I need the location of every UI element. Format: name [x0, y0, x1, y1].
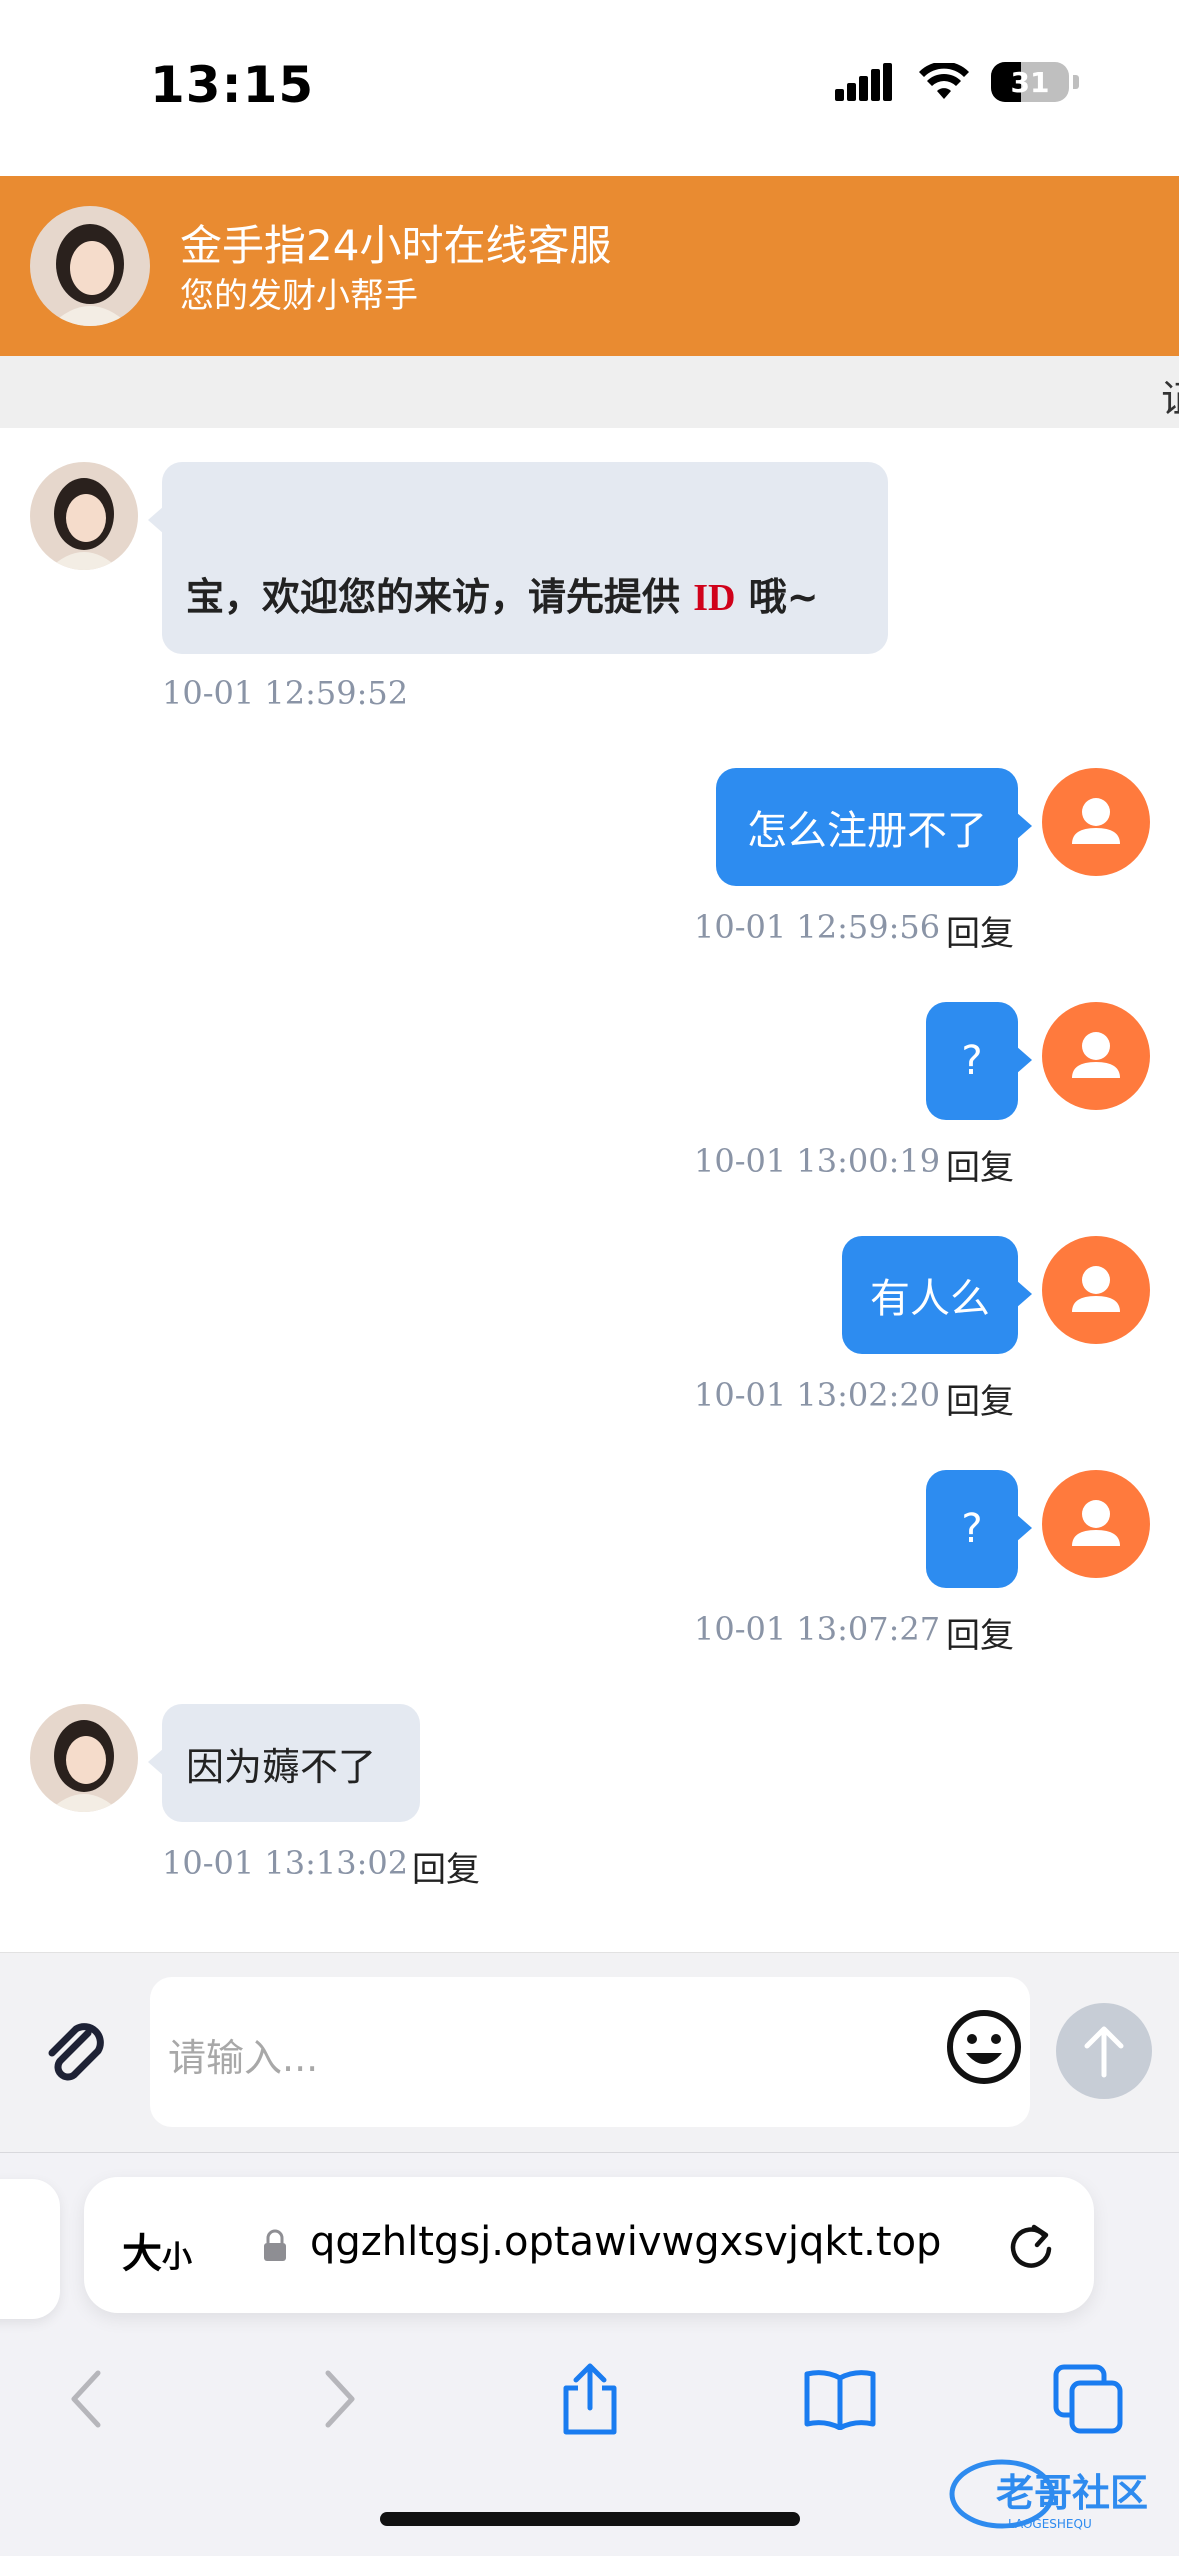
- user-icon: [1072, 1500, 1120, 1546]
- reply-link[interactable]: 回复: [946, 1374, 1014, 1423]
- attachment-paperclip-icon[interactable]: [36, 2013, 116, 2093]
- message-timestamp: 10-01 13:00:19: [694, 1142, 941, 1180]
- message-text: 怎么注册不了: [747, 808, 987, 854]
- message-highlight: ID: [693, 577, 736, 619]
- share-icon: [563, 2363, 617, 2435]
- reply-link[interactable]: 回复: [412, 1842, 480, 1891]
- address-bar[interactable]: 大小 qgzhltgsj.optawivwgxsvjqkt.top: [84, 2177, 1094, 2313]
- user-icon: [1072, 1266, 1120, 1312]
- cellular-signal-icon: [835, 63, 892, 101]
- status-icons: 31: [835, 62, 1079, 102]
- message-timestamp: 10-01 12:59:56: [694, 908, 941, 946]
- header-subtitle: 您的发财小帮手: [180, 276, 418, 316]
- status-time: 13:15: [150, 56, 315, 114]
- chat-header: 金手指24小时在线客服 您的发财小帮手: [0, 176, 1179, 356]
- tabs-icon: [1053, 2364, 1123, 2434]
- message-text: 有人么: [870, 1276, 990, 1322]
- user-avatar: [1042, 1002, 1150, 1110]
- agent-message-bubble: 宝，欢迎您的来访，请先提供 ID 哦~: [148, 462, 888, 654]
- watermark-logo: 老哥社区 LAOGESHEQU: [940, 2456, 1170, 2532]
- user-avatar: [1042, 1236, 1150, 1344]
- message-timestamp: 10-01 12:59:52: [162, 674, 409, 712]
- arrow-up-icon: [1084, 2026, 1124, 2078]
- user-avatar: [1042, 768, 1150, 876]
- text-size-button[interactable]: 大小: [122, 2221, 192, 2279]
- book-icon: [804, 2370, 876, 2430]
- battery-icon: 31: [991, 62, 1069, 102]
- user-message-bubble: ?: [926, 1470, 1032, 1588]
- wifi-icon: [919, 63, 969, 99]
- emoji-icon[interactable]: [944, 2007, 1024, 2087]
- message-text: ?: [961, 1038, 983, 1084]
- reply-link[interactable]: 回复: [946, 906, 1014, 955]
- message-timestamp: 10-01 13:13:02: [162, 1844, 409, 1882]
- url-text: qgzhltgsj.optawivwgxsvjqkt.top: [310, 2219, 942, 2265]
- home-indicator: [380, 2512, 800, 2526]
- message-input-area: 请输入...: [0, 1952, 1179, 2152]
- text-size-small: 小: [162, 2240, 192, 2275]
- status-bar: 13:15 31: [0, 0, 1179, 176]
- text-size-big: 大: [122, 2231, 162, 2277]
- message-input-placeholder: 请输入...: [168, 2036, 319, 2080]
- message-input[interactable]: 请输入...: [150, 1977, 1030, 2127]
- browser-nav-toolbar: [0, 2343, 1179, 2453]
- agent-message-bubble: 因为薅不了: [148, 1704, 420, 1822]
- reply-link[interactable]: 回复: [946, 1608, 1014, 1657]
- notice-text: 证: [1161, 368, 1179, 423]
- notice-bar: 证: [0, 356, 1179, 428]
- header-title: 金手指24小时在线客服: [180, 221, 612, 270]
- message-timestamp: 10-01 13:07:27: [694, 1610, 941, 1648]
- user-message-bubble: ?: [926, 1002, 1032, 1120]
- message-text: ?: [961, 1506, 983, 1552]
- user-icon: [1072, 798, 1120, 844]
- tabs-button[interactable]: [1048, 2359, 1128, 2439]
- reply-link[interactable]: 回复: [946, 1140, 1014, 1189]
- message-text-end: 哦~: [735, 575, 819, 619]
- battery-level: 31: [1010, 65, 1050, 99]
- previous-tab-preview[interactable]: [0, 2179, 60, 2319]
- user-icon: [1072, 1032, 1120, 1078]
- agent-avatar: [30, 206, 150, 326]
- share-button[interactable]: [550, 2359, 630, 2439]
- message-text: 宝，欢迎您的来访，请先提供: [186, 575, 694, 619]
- back-button[interactable]: [46, 2359, 126, 2439]
- user-message-bubble: 怎么注册不了: [716, 768, 1032, 886]
- user-avatar: [1042, 1470, 1150, 1578]
- message-text: 因为薅不了: [186, 1745, 377, 1789]
- lock-icon: [264, 2229, 286, 2261]
- svg-text:老哥社区: 老哥社区: [996, 2471, 1148, 2515]
- chevron-right-icon: [325, 2370, 355, 2428]
- reload-icon[interactable]: [1004, 2219, 1058, 2273]
- forward-button[interactable]: [300, 2359, 380, 2439]
- agent-avatar: [30, 1704, 138, 1812]
- bookmarks-button[interactable]: [800, 2359, 880, 2439]
- send-button[interactable]: [1056, 2003, 1152, 2099]
- message-timestamp: 10-01 13:02:20: [694, 1376, 941, 1414]
- agent-avatar: [30, 462, 138, 570]
- svg-text:LAOGESHEQU: LAOGESHEQU: [1008, 2517, 1092, 2531]
- chevron-left-icon: [71, 2370, 101, 2428]
- user-message-bubble: 有人么: [842, 1236, 1032, 1354]
